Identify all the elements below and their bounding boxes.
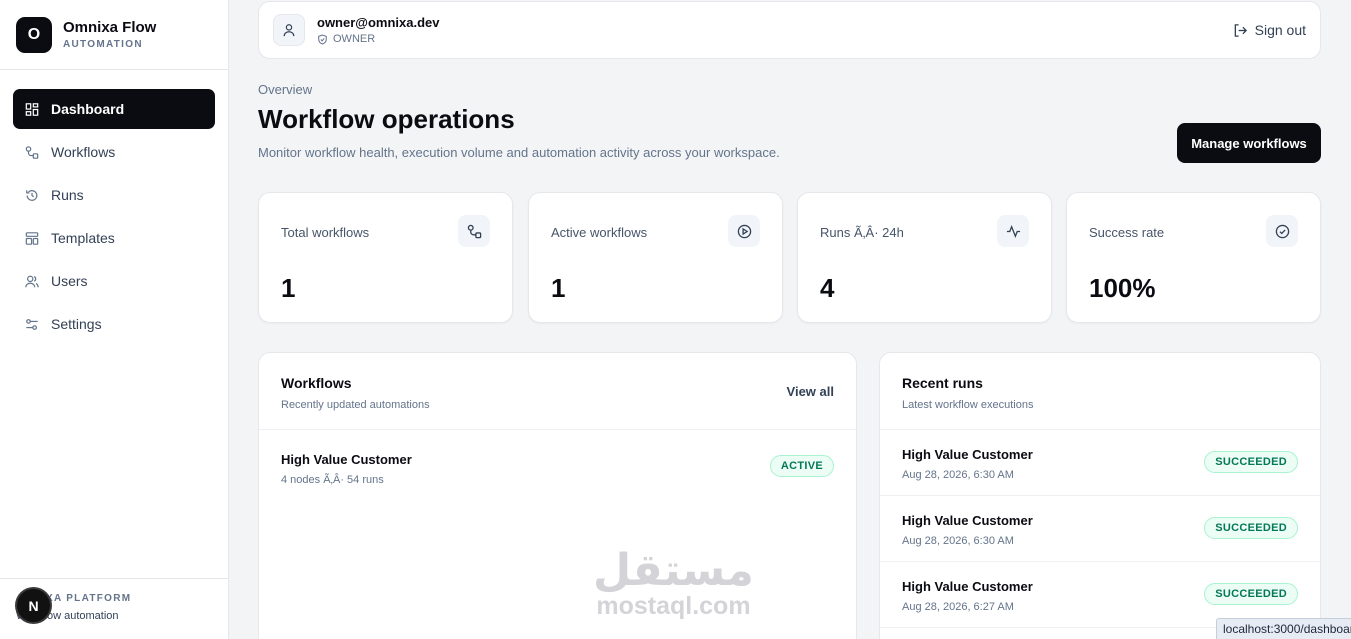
workflow-icon	[25, 145, 39, 159]
workflows-panel: Workflows Recently updated automations V…	[258, 352, 857, 639]
brand-subtitle: AUTOMATION	[63, 39, 143, 50]
check-circle-icon	[1266, 215, 1298, 247]
panel-title: Workflows	[281, 375, 352, 391]
sidebar-item-label: Settings	[51, 316, 102, 332]
user-email: owner@omnixa.dev	[317, 15, 440, 30]
topbar: owner@omnixa.dev OWNER Sign out	[258, 1, 1321, 59]
status-badge: ACTIVE	[769, 455, 834, 477]
page-title: Workflow operations	[258, 104, 515, 134]
stat-label: Success rate	[1089, 225, 1165, 240]
panel-title: Recent runs	[902, 375, 983, 391]
sign-out-label: Sign out	[1254, 22, 1306, 38]
sidebar-nav: Dashboard Workflows Runs Templates Users	[0, 70, 228, 344]
sign-out-button[interactable]: Sign out	[1233, 22, 1306, 38]
template-icon	[25, 231, 39, 245]
status-badge: SUCCEEDED	[1204, 451, 1298, 473]
shield-check-icon	[318, 33, 327, 45]
activity-icon	[997, 215, 1029, 247]
breadcrumb: Overview	[258, 82, 313, 97]
sidebar-item-label: Templates	[51, 230, 115, 246]
panel-subtitle: Latest workflow executions	[902, 399, 1034, 411]
stat-card-active-workflows: Active workflows 1	[528, 192, 783, 323]
run-row[interactable]: High Value Customer Aug 28, 2026, 6:30 A…	[880, 496, 1320, 562]
manage-workflows-button[interactable]: Manage workflows	[1177, 123, 1321, 163]
watermark-arabic: مستقل	[593, 545, 754, 596]
brand-name: Omnixa Flow	[63, 19, 157, 36]
view-all-link[interactable]: View all	[787, 384, 834, 399]
stat-label: Total workflows	[281, 225, 370, 240]
sidebar-item-label: Dashboard	[51, 101, 125, 117]
stat-value: 100%	[1089, 273, 1156, 303]
stat-label: Runs Ã‚Â· 24h	[820, 225, 904, 240]
watermark: مستقل mostaql.com	[593, 548, 754, 621]
browser-status-url: localhost:3000/dashboard	[1216, 618, 1351, 639]
workflow-row[interactable]: High Value Customer 4 nodes Ã‚Â· 54 runs…	[259, 430, 856, 496]
run-row[interactable]: High Value Customer Aug 28, 2026, 6:30 A…	[880, 430, 1320, 496]
logout-icon	[1234, 23, 1247, 37]
status-badge: SUCCEEDED	[1204, 583, 1298, 605]
panel-subtitle: Recently updated automations	[281, 399, 430, 411]
recent-runs-panel: Recent runs Latest workflow executions H…	[879, 352, 1321, 639]
sidebar: O Omnixa Flow AUTOMATION Dashboard Workf…	[0, 0, 229, 639]
sidebar-item-label: Runs	[51, 187, 84, 203]
settings-icon	[25, 317, 39, 331]
stat-card-total-workflows: Total workflows 1	[258, 192, 513, 323]
user-icon	[273, 14, 305, 46]
stat-label: Active workflows	[551, 225, 648, 240]
workflow-icon	[458, 215, 490, 247]
stat-value: 4	[820, 273, 835, 303]
workflow-name: High Value Customer	[281, 452, 412, 467]
sidebar-item-users[interactable]: Users	[13, 261, 215, 301]
user-role: OWNER	[317, 33, 439, 45]
sidebar-item-workflows[interactable]: Workflows	[13, 132, 215, 172]
play-circle-icon	[728, 215, 760, 247]
sidebar-item-dashboard[interactable]: Dashboard	[13, 89, 215, 129]
sidebar-item-label: Users	[51, 273, 88, 289]
stat-value: 1	[281, 273, 296, 303]
history-icon	[25, 188, 39, 202]
stat-card-success-rate: Success rate 100%	[1066, 192, 1321, 323]
user-role-label: OWNER	[333, 33, 376, 45]
sidebar-item-settings[interactable]: Settings	[13, 304, 215, 344]
brand-logo[interactable]: O	[16, 16, 52, 53]
workflow-meta: 4 nodes Ã‚Â· 54 runs	[281, 474, 384, 486]
dashboard-icon	[25, 102, 39, 116]
users-icon	[25, 274, 39, 288]
sidebar-item-templates[interactable]: Templates	[13, 218, 215, 258]
status-badge: SUCCEEDED	[1204, 517, 1298, 539]
page-description: Monitor workflow health, execution volum…	[258, 145, 780, 160]
sidebar-item-label: Workflows	[51, 144, 116, 160]
watermark-latin: mostaql.com	[596, 592, 751, 620]
sidebar-item-runs[interactable]: Runs	[13, 175, 215, 215]
nextjs-dev-badge[interactable]: N	[17, 589, 50, 622]
stat-value: 1	[551, 273, 566, 303]
stat-card-runs-24h: Runs Ã‚Â· 24h 4	[797, 192, 1052, 323]
brand: O Omnixa Flow AUTOMATION	[0, 0, 228, 70]
